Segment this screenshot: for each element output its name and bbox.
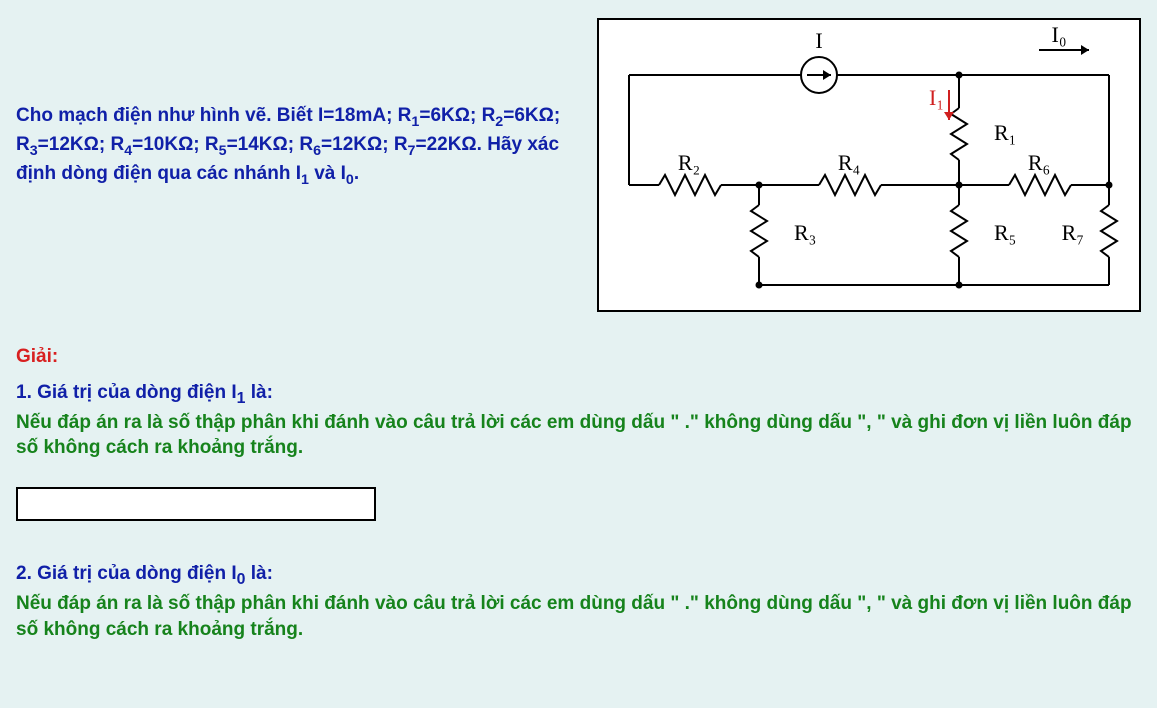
source-label: I (815, 28, 822, 53)
r6-label: R₆ (1028, 150, 1050, 175)
solution-section: Giải: 1. Giá trị của dòng điện I1 là: Nế… (16, 346, 1141, 642)
top-row: Cho mạch điện như hình vẽ. Biết I=18mA; … (16, 8, 1141, 312)
solution-heading: Giải: (16, 346, 1141, 368)
circuit-diagram: I I₀ R₁ I₁ (597, 18, 1141, 312)
q1-hint: Nếu đáp án ra là số thập phân khi đánh v… (16, 410, 1141, 461)
r4-label: R₄ (838, 150, 860, 175)
q1-answer-input[interactable] (16, 487, 376, 521)
r7-label: R₇ (1062, 220, 1084, 245)
r2-label: R₂ (678, 150, 700, 175)
r3-label: R₃ (794, 220, 816, 245)
branch-current-label: I₁ (929, 85, 944, 110)
problem-statement: Cho mạch điện như hình vẽ. Biết I=18mA; … (16, 103, 576, 190)
q1-prompt: 1. Giá trị của dòng điện I1 là: (16, 382, 1141, 408)
page: Cho mạch điện như hình vẽ. Biết I=18mA; … (0, 0, 1157, 708)
q2-prompt: 2. Giá trị của dòng điện I0 là: (16, 563, 1141, 589)
output-current-label: I₀ (1052, 22, 1067, 47)
r1-label: R₁ (994, 120, 1016, 145)
q2-hint: Nếu đáp án ra là số thập phân khi đánh v… (16, 591, 1141, 642)
r5-label: R₅ (994, 220, 1016, 245)
circuit-svg: I I₀ R₁ I₁ (599, 20, 1139, 310)
